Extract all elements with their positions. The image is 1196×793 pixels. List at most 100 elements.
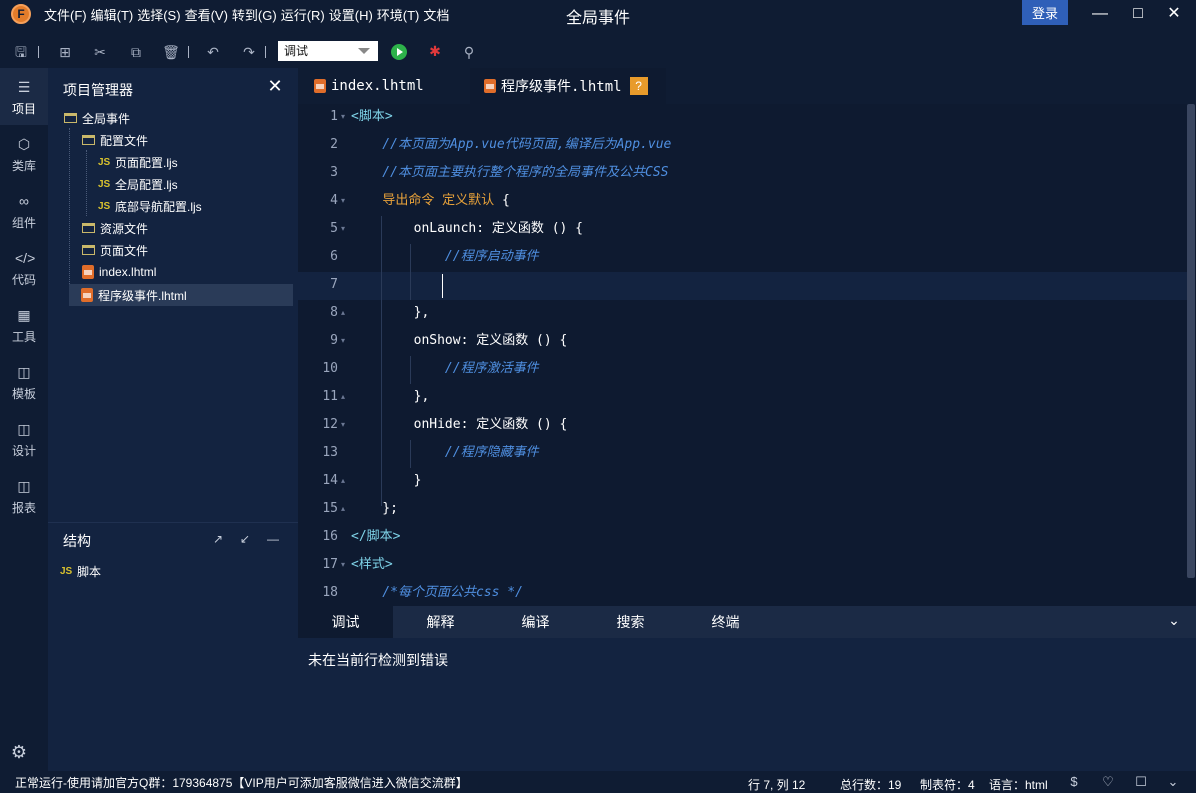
activity-components[interactable]: ∞ 组件 (0, 182, 48, 239)
delete-icon[interactable]: 🗑 (162, 43, 180, 61)
tree-file-index[interactable]: index.lhtml (82, 261, 294, 283)
gear-icon[interactable]: ⚙ (9, 742, 29, 762)
fold-marker[interactable]: ▾ (338, 411, 348, 439)
menu-goto[interactable]: 转到(G) (232, 5, 277, 24)
activity-library[interactable]: ⬡ 类库 (0, 125, 48, 182)
folder-icon (82, 135, 95, 145)
inspect-icon[interactable]: ⚲ (460, 43, 478, 61)
tree-file-app-events[interactable]: 程序级事件.lhtml (69, 284, 293, 306)
close-icon[interactable]: ✕ (266, 76, 284, 96)
undo-icon[interactable]: ↶ (204, 43, 222, 61)
tree-folder-pages[interactable]: 页面文件 (82, 239, 294, 261)
collapse-icon[interactable]: ↙ (238, 532, 252, 546)
redo-icon[interactable]: ↷ (240, 43, 258, 61)
fold-marker[interactable]: ▾ (338, 327, 348, 355)
fold-marker[interactable]: ▾ (338, 187, 348, 215)
login-button[interactable]: 登录 (1022, 0, 1068, 25)
link-icon: ∞ (19, 193, 29, 209)
status-language[interactable]: 语言：html (989, 776, 1048, 793)
fold-marker[interactable] (338, 579, 348, 607)
save-icon[interactable]: 🖫 (12, 43, 30, 61)
code-text: }, (348, 383, 430, 411)
run-icon[interactable] (391, 44, 407, 60)
new-file-icon[interactable]: ⊞ (56, 43, 74, 61)
tree-file-page-config[interactable]: JS 页面配置.ljs (98, 151, 294, 173)
panel-tab-debug[interactable]: 调试 (298, 606, 393, 638)
menu-edit[interactable]: 编辑(T) (91, 5, 134, 24)
fold-marker[interactable]: ▾ (338, 551, 348, 579)
menu-view[interactable]: 查看(V) (185, 5, 228, 24)
tools-icon: ▦ (17, 307, 31, 323)
minimize-icon[interactable]: — (1090, 4, 1110, 24)
help-badge-icon[interactable]: ? (629, 77, 648, 95)
bell-icon[interactable]: ♡ (1100, 774, 1116, 790)
fold-marker[interactable] (338, 159, 348, 187)
activity-design[interactable]: ◫ 设计 (0, 410, 48, 467)
close-icon[interactable]: ✕ (1164, 4, 1184, 24)
activity-reports[interactable]: ◫ 报表 (0, 467, 48, 524)
lhtml-file-icon (314, 79, 326, 93)
menu-file[interactable]: 文件(F) (44, 5, 87, 24)
panel-tab-terminal[interactable]: 终端 (678, 606, 773, 638)
fold-marker[interactable]: ▴ (338, 383, 348, 411)
fold-marker[interactable] (338, 439, 348, 467)
activity-project[interactable]: ☰ 项目 (0, 68, 48, 125)
tree-folder-global-events[interactable]: 全局事件 (64, 107, 294, 129)
fold-marker[interactable] (338, 243, 348, 271)
fold-marker[interactable] (338, 355, 348, 383)
panel-tab-interpret[interactable]: 解释 (393, 606, 488, 638)
chevron-down-icon[interactable]: ⌄ (1166, 612, 1182, 628)
maximize-icon[interactable]: □ (1128, 4, 1148, 24)
fold-marker[interactable]: ▴ (338, 495, 348, 523)
fold-marker[interactable] (338, 523, 348, 551)
activity-code[interactable]: </> 代码 (0, 239, 48, 296)
copy-icon[interactable]: ⧉ (127, 43, 145, 61)
panel-tab-compile[interactable]: 编译 (488, 606, 583, 638)
structure-item-script[interactable]: JS 脚本 (60, 563, 101, 580)
tree-guide (86, 150, 87, 216)
code-text: onLaunch: 定义函数 () { (348, 215, 583, 243)
menu-select[interactable]: 选择(S) (137, 5, 180, 24)
bug-icon[interactable]: ✱ (427, 43, 443, 59)
menu-environment[interactable]: 环境(T) (377, 5, 420, 24)
chevron-down-icon[interactable]: ⌄ (1165, 774, 1181, 790)
cut-icon[interactable]: ✂ (91, 43, 109, 61)
status-tab-size[interactable]: 制表符：4 (920, 776, 975, 793)
tab-app-events[interactable]: 程序级事件.lhtml ? (470, 68, 666, 104)
code-token: { (494, 193, 510, 208)
code-token: onShow: 定义函数 () { (351, 333, 568, 348)
editor-scrollbar[interactable] (1187, 104, 1195, 578)
dollar-icon[interactable]: $ (1066, 774, 1082, 790)
activity-tools[interactable]: ▦ 工具 (0, 296, 48, 353)
fold-marker[interactable] (338, 271, 348, 299)
activity-templates[interactable]: ◫ 模板 (0, 353, 48, 410)
tree-file-global-config[interactable]: JS 全局配置.ljs (98, 173, 294, 195)
fold-marker[interactable]: ▴ (338, 299, 348, 327)
status-cursor-position[interactable]: 行 7, 列 12 (748, 776, 805, 793)
code-text: }; (348, 495, 398, 523)
menu-settings[interactable]: 设置(H) (329, 5, 373, 24)
line-number: 16 (322, 529, 338, 544)
tab-index-lhtml[interactable]: index.lhtml (300, 68, 470, 104)
menu-docs[interactable]: 文档 (423, 5, 449, 24)
mode-select[interactable]: 调试 (278, 41, 378, 61)
code-token: //程序激活事件 (351, 361, 539, 376)
expand-icon[interactable]: ↗ (211, 532, 225, 546)
fold-marker[interactable]: ▾ (338, 215, 348, 243)
lhtml-file-icon (484, 79, 496, 93)
fold-marker[interactable] (338, 131, 348, 159)
fold-marker[interactable]: ▴ (338, 467, 348, 495)
unlock-icon[interactable]: ☐ (1133, 774, 1149, 790)
tree-folder-resources[interactable]: 资源文件 (82, 217, 294, 239)
minimize-panel-icon[interactable]: — (266, 532, 280, 546)
panel-tab-search[interactable]: 搜索 (583, 606, 678, 638)
fold-marker[interactable]: ▾ (338, 103, 348, 131)
line-number: 5 (330, 221, 338, 236)
tree-folder-config[interactable]: 配置文件 (82, 129, 294, 151)
code-text: <脚本> (348, 103, 393, 131)
menu-run[interactable]: 运行(R) (281, 5, 325, 24)
js-file-icon: JS (98, 178, 111, 190)
tree-file-nav-config[interactable]: JS 底部导航配置.ljs (98, 195, 294, 217)
